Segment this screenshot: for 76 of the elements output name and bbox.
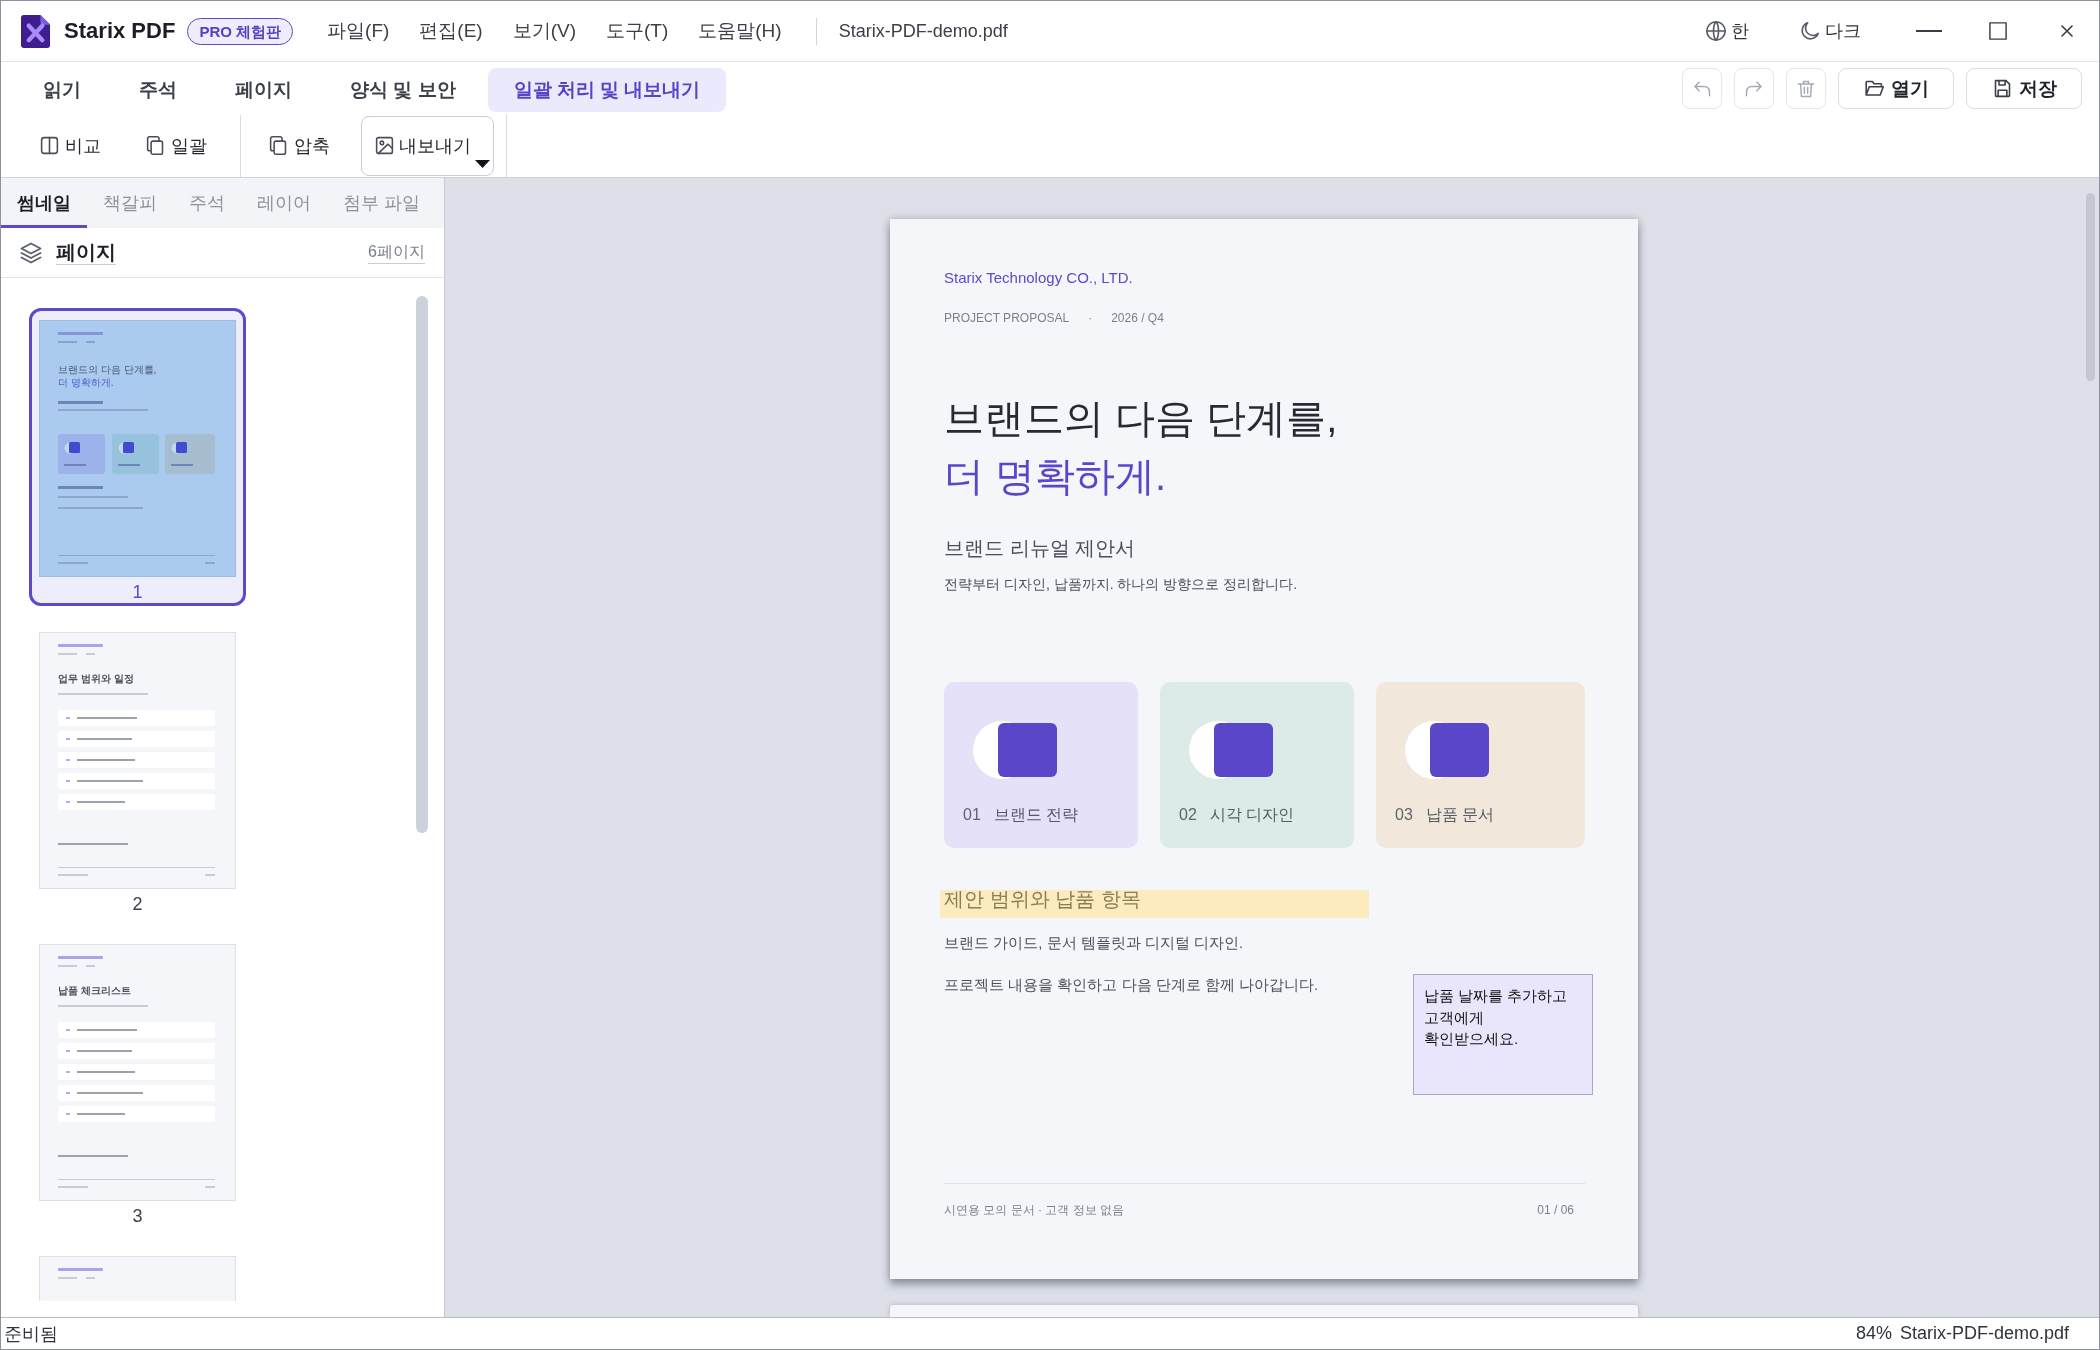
maximize-icon xyxy=(1989,22,2007,40)
square-circle-icon xyxy=(973,721,1057,779)
highlighted-heading: 제안 범위와 납품 항목 xyxy=(940,890,1369,918)
menu-item[interactable]: 파일(F) xyxy=(327,18,390,44)
page-thumbnail[interactable]: 납품 체크리스트 3 xyxy=(29,932,246,1230)
panel-title: 페이지 xyxy=(56,240,116,265)
ribbon-tab[interactable]: 페이지 xyxy=(209,68,318,112)
document-meta: · xyxy=(1088,310,1093,326)
thumbnail-header-drawing xyxy=(58,1268,103,1279)
menu-item[interactable]: 도구(T) xyxy=(606,18,669,44)
pages-icon xyxy=(268,135,289,156)
ribbon-tab[interactable]: 일괄 처리 및 내보내기 xyxy=(487,68,727,112)
minimize-icon xyxy=(1916,30,1942,32)
square-circle-icon xyxy=(1189,721,1273,779)
card-number: 02 xyxy=(1179,805,1197,825)
page-thumbnail[interactable]: 브랜드의 다음 단계를, 더 명확하게. 1 xyxy=(29,308,246,606)
document-subtitle: 브랜드 리뉴얼 제안서 xyxy=(944,536,1137,561)
edition-badge: PRO 체험판 xyxy=(187,17,294,45)
card-title: 납품 문서 xyxy=(1425,805,1495,825)
thumbnail-heading: 브랜드의 다음 단계를, xyxy=(58,363,157,376)
intro-text: 전략부터 디자인, 납품까지. 하나의 방향으로 정리합니다. xyxy=(944,575,1299,594)
headline-accent: 더 명확하게. xyxy=(944,453,1168,500)
app-name: Starix PDF xyxy=(64,18,176,44)
thumbnail-heading: 업무 범위와 일정 xyxy=(58,673,134,685)
export-button[interactable]: 내보내기 xyxy=(361,115,495,176)
card-title: 브랜드 전략 xyxy=(993,805,1079,825)
scrollbar-thumb[interactable] xyxy=(2086,193,2095,381)
pages-icon xyxy=(145,135,166,156)
body-text: 프로젝트 내용을 확인하고 다음 단계로 함께 나아갑니다. xyxy=(944,975,1319,995)
page-number: 2 xyxy=(132,893,143,915)
trash-icon xyxy=(1796,78,1816,99)
ribbon-tab[interactable]: 읽기 xyxy=(17,68,107,112)
headline: 브랜드의 다음 단계를, xyxy=(944,395,1339,442)
square-circle-icon xyxy=(1405,721,1489,779)
status-message: 준비됨 xyxy=(4,1322,58,1346)
document-meta: 2026 / Q4 xyxy=(1111,310,1164,326)
globe-icon xyxy=(1705,20,1727,42)
sidebar-tab[interactable]: 썸네일 xyxy=(1,178,87,228)
thumbnail-header-drawing xyxy=(58,332,103,343)
moon-icon xyxy=(1799,20,1821,42)
thumbnail-heading: 납품 체크리스트 xyxy=(58,985,131,997)
close-icon xyxy=(2061,25,2073,37)
layers-icon xyxy=(19,240,43,265)
document-meta: PROJECT PROPOSAL xyxy=(944,310,1070,326)
card-number: 01 xyxy=(963,805,981,825)
ribbon-tab[interactable]: 주석 xyxy=(113,68,203,112)
save-button[interactable]: 저장 xyxy=(1966,68,2082,109)
thumbnail-header-drawing xyxy=(58,644,103,655)
folder-icon xyxy=(1863,78,1885,99)
scrollbar-thumb[interactable] xyxy=(416,296,428,833)
thumbnail-heading: 더 명확하게. xyxy=(58,376,114,389)
card-number: 03 xyxy=(1395,805,1413,825)
page-indicator: 01 / 06 xyxy=(1537,1202,1574,1218)
sticky-note[interactable]: 납품 날짜를 추가하고 고객에게 확인받으세요. xyxy=(1413,974,1593,1095)
footer-text: 시연용 모의 문서 · 고객 정보 없음 xyxy=(944,1202,1124,1218)
page-count: 6페이지 xyxy=(368,241,425,264)
menu-item[interactable]: 도움말(H) xyxy=(698,18,782,44)
menu-item[interactable]: 보기(V) xyxy=(512,18,576,44)
page-thumbnail[interactable]: 업무 범위와 일정 2 xyxy=(29,620,246,918)
menu-item[interactable]: 편집(E) xyxy=(419,18,483,44)
image-icon xyxy=(374,135,395,156)
theme-button[interactable]: 다크 xyxy=(1799,11,1861,51)
file-name: Starix-PDF-demo.pdf xyxy=(1899,1323,2069,1344)
window-title: Starix-PDF-demo.pdf xyxy=(838,20,1008,42)
logo-icon xyxy=(21,14,51,48)
body-text: 브랜드 가이드, 문서 템플릿과 디지털 디자인. xyxy=(944,933,1245,953)
zoom-level: 84% xyxy=(1855,1323,1892,1344)
split-square-icon xyxy=(39,135,60,156)
open-button[interactable]: 열기 xyxy=(1838,68,1954,109)
ribbon-tab[interactable]: 양식 및 보안 xyxy=(324,68,482,112)
card-title: 시각 디자인 xyxy=(1209,805,1295,825)
page-number: 1 xyxy=(132,581,143,603)
language-button[interactable]: 한 xyxy=(1705,11,1749,51)
page-number: 3 xyxy=(132,1205,143,1227)
company-name: Starix Technology CO., LTD. xyxy=(944,268,1134,288)
thumbnail-header-drawing xyxy=(58,956,103,967)
